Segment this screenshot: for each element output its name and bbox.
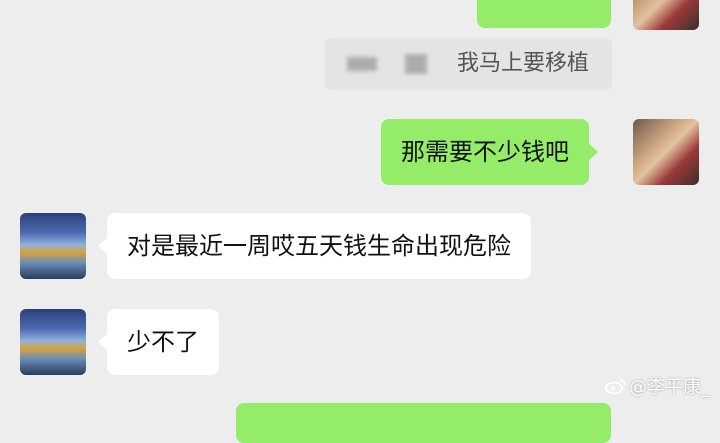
contact-avatar[interactable] xyxy=(20,213,86,279)
my-avatar[interactable] xyxy=(633,119,699,185)
outgoing-message[interactable]: 那需要不少钱吧 xyxy=(381,119,598,185)
outgoing-bubble-partial xyxy=(477,0,611,28)
message-text: 对是最近一周哎五天钱生命出现危险 xyxy=(127,232,511,260)
outgoing-bubble-partial xyxy=(236,403,611,443)
quoted-message: 我马上要移植 xyxy=(325,38,612,90)
blur-mark xyxy=(405,54,427,74)
watermark-text: @李平康_ xyxy=(629,377,710,398)
incoming-message[interactable]: 对是最近一周哎五天钱生命出现危险 xyxy=(98,213,531,279)
my-avatar-partial xyxy=(633,0,699,30)
weibo-icon xyxy=(605,379,626,395)
blur-mark xyxy=(347,57,377,71)
message-text: 那需要不少钱吧 xyxy=(401,138,569,166)
quoted-message-text: 我马上要移植 xyxy=(457,51,590,76)
watermark: @李平康_ xyxy=(605,373,710,399)
incoming-message[interactable]: 少不了 xyxy=(98,309,219,375)
message-text: 少不了 xyxy=(127,328,199,356)
contact-avatar[interactable] xyxy=(20,309,86,375)
